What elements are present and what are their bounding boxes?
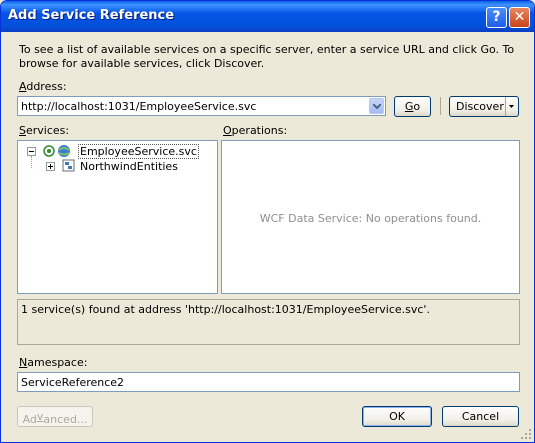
address-dropdown-button[interactable] <box>369 98 384 114</box>
title-bar[interactable]: Add Service Reference ? ✕ <box>1 1 534 32</box>
resize-grip-icon[interactable] <box>521 429 532 440</box>
address-value: http://localhost:1031/EmployeeService.sv… <box>21 100 257 113</box>
services-label: Services: <box>19 124 70 137</box>
status-text: 1 service(s) found at address 'http://lo… <box>21 303 430 316</box>
go-button[interactable]: Go <box>394 96 431 117</box>
tree-node-northwindentities[interactable]: NorthwindEntities <box>80 160 178 173</box>
namespace-label: Namespace: <box>19 356 88 369</box>
discover-split-button[interactable]: Discover <box>449 96 519 117</box>
add-service-reference-dialog: Add Service Reference ? ✕ To see a list … <box>0 0 535 443</box>
advanced-button[interactable]: Advanced... <box>17 406 93 427</box>
description-text: To see a list of available services on a… <box>19 43 515 70</box>
help-button[interactable]: ? <box>486 7 507 28</box>
collapse-toggle-icon[interactable] <box>27 147 36 156</box>
entity-container-icon <box>62 159 75 172</box>
address-combobox[interactable]: http://localhost:1031/EmployeeService.sv… <box>17 96 386 116</box>
cancel-button[interactable]: Cancel <box>442 406 519 427</box>
close-button[interactable]: ✕ <box>509 7 530 28</box>
chevron-down-icon <box>373 104 381 109</box>
services-tree[interactable]: EmployeeService.svc NorthwindEntities <box>17 140 218 294</box>
address-label: Address: <box>19 80 67 93</box>
operations-list[interactable]: WCF Data Service: No operations found. <box>221 140 520 294</box>
tree-node-employeeservice[interactable]: EmployeeService.svc <box>78 144 199 159</box>
status-box: 1 service(s) found at address 'http://lo… <box>17 299 520 345</box>
split-divider <box>505 97 506 116</box>
service-icon <box>43 145 70 157</box>
ok-button[interactable]: OK <box>362 406 432 427</box>
dropdown-arrow-icon[interactable] <box>509 105 514 108</box>
operations-label: Operations: <box>223 124 288 137</box>
operations-empty-message: WCF Data Service: No operations found. <box>259 212 482 225</box>
expand-toggle-icon[interactable] <box>46 162 55 171</box>
discover-button-label: Discover <box>456 100 504 113</box>
toolbar-separator <box>440 97 441 115</box>
window-title: Add Service Reference <box>8 8 175 23</box>
namespace-input[interactable]: ServiceReference2 <box>17 372 520 392</box>
namespace-value: ServiceReference2 <box>21 376 125 389</box>
tree-line <box>31 156 33 168</box>
